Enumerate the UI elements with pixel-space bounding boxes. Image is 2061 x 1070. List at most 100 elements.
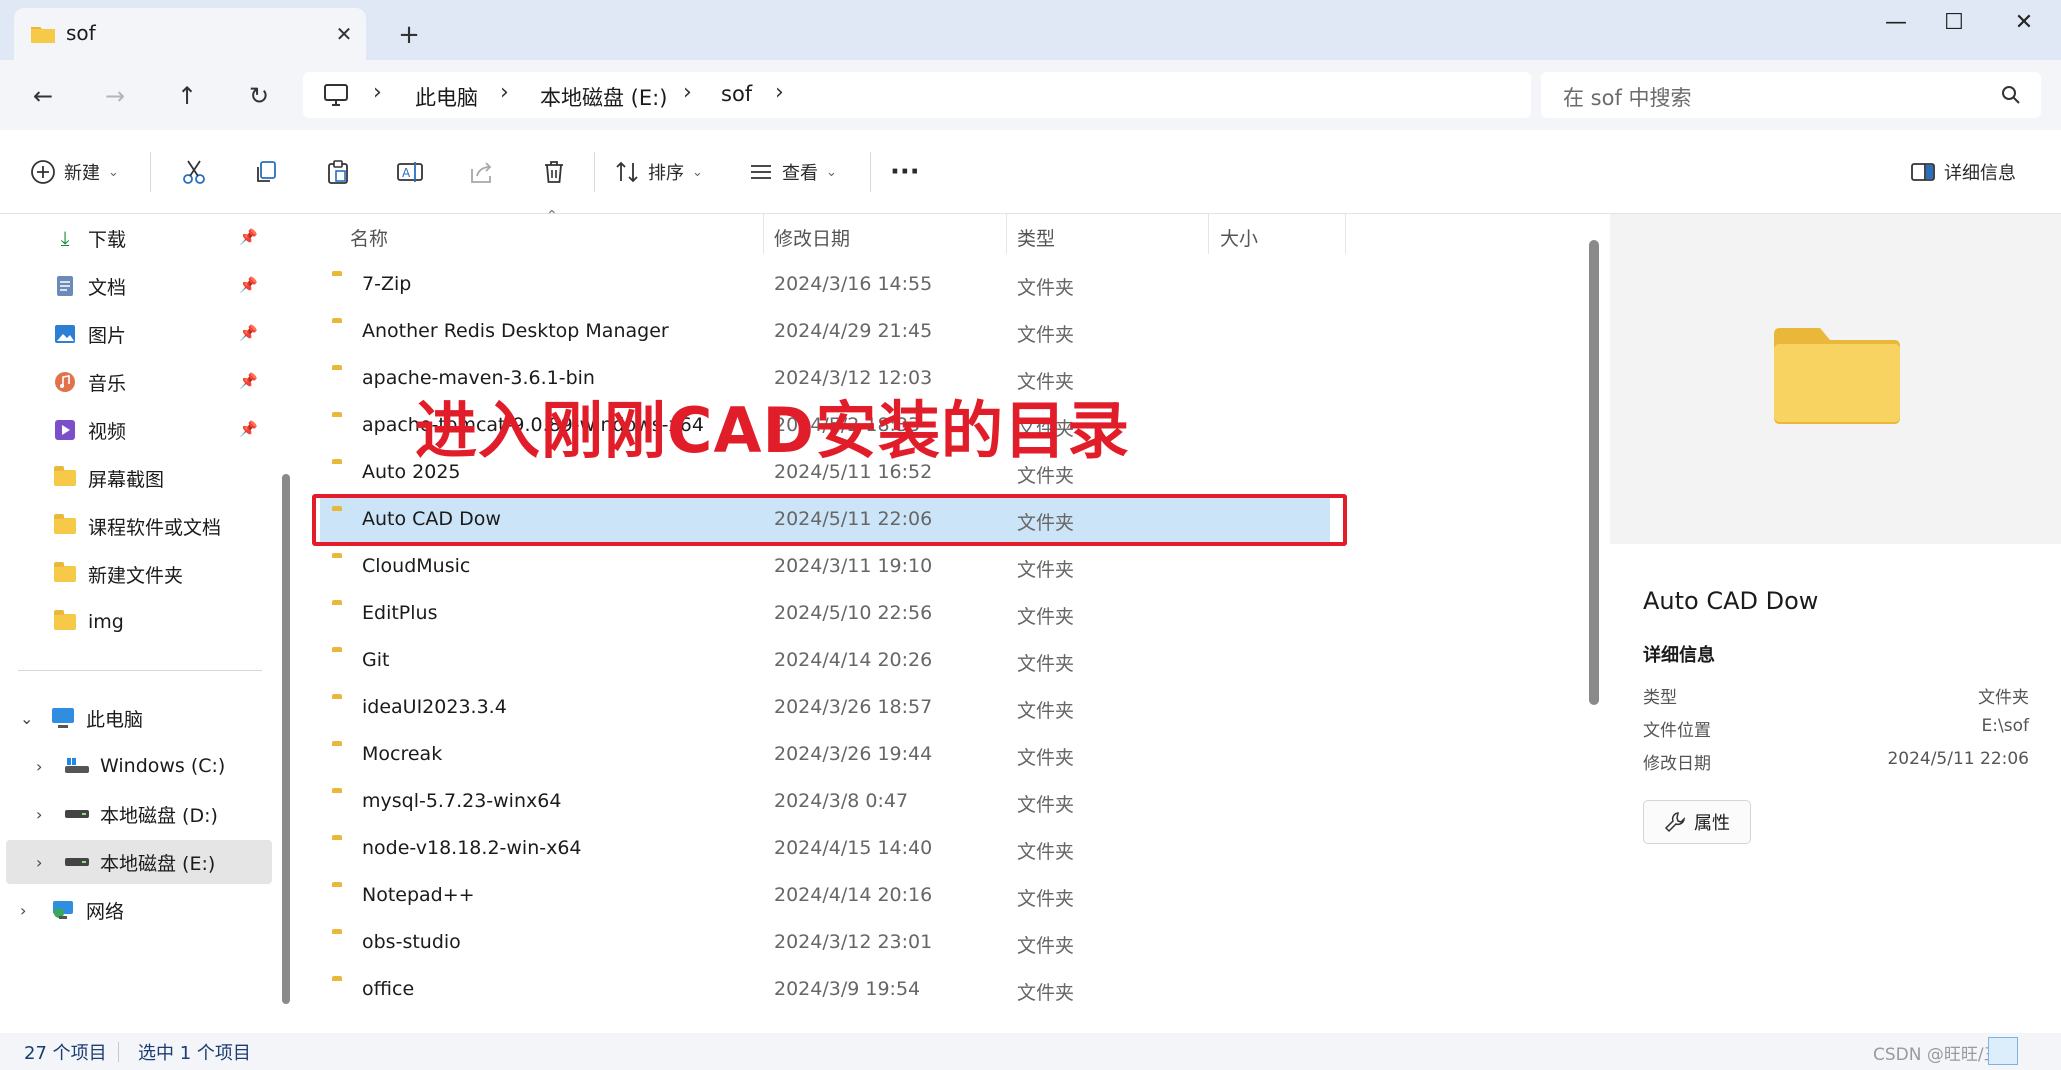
file-row[interactable]: office 2024/3/9 19:54 文件夹	[320, 966, 1330, 1013]
sidebar-item-label: 新建文件夹	[88, 564, 184, 587]
breadcrumb-this-pc[interactable]: 此电脑	[415, 82, 478, 112]
more-options-button[interactable]: ···	[890, 148, 920, 196]
svg-text:A: A	[402, 166, 411, 180]
sidebar-scrollbar[interactable]	[282, 474, 290, 1004]
details-view-icon[interactable]	[1988, 1037, 2018, 1065]
sidebar-item-videos[interactable]: 视频 📌	[6, 408, 272, 452]
paste-icon[interactable]	[318, 148, 358, 196]
tab-close-icon[interactable]: ✕	[330, 20, 358, 48]
wrench-icon	[1664, 812, 1685, 833]
sidebar-item-music[interactable]: 音乐 📌	[6, 360, 272, 404]
file-row[interactable]: CloudMusic 2024/3/11 19:10 文件夹	[320, 543, 1330, 590]
annotation-text: 进入刚刚CAD安装的目录	[415, 394, 1130, 467]
column-header-type[interactable]: 类型	[1017, 224, 1055, 251]
forward-arrow-icon[interactable]: →	[95, 76, 135, 116]
close-window-button[interactable]: ✕	[1990, 0, 2058, 44]
file-list-scrollbar[interactable]	[1589, 240, 1599, 705]
new-button[interactable]: 新建 ⌄	[30, 148, 119, 196]
breadcrumb-sof[interactable]: sof	[721, 82, 752, 106]
sidebar-item-pictures[interactable]: 图片 📌	[6, 312, 272, 356]
sidebar-item-network[interactable]: › 网络	[6, 888, 272, 932]
sidebar-item-drive-c[interactable]: › Windows (C:)	[6, 744, 272, 788]
file-type: 文件夹	[1017, 653, 1075, 675]
large-icons-view-icon[interactable]	[2024, 1037, 2054, 1065]
file-row[interactable]: Git 2024/4/14 20:26 文件夹	[320, 637, 1330, 684]
column-header-size[interactable]: 大小	[1220, 224, 1258, 251]
file-row[interactable]: obs-studio 2024/3/12 23:01 文件夹	[320, 919, 1330, 966]
details-type-value: 文件夹	[1978, 688, 2029, 708]
properties-button[interactable]: 属性	[1643, 800, 1751, 844]
back-arrow-icon[interactable]: ←	[23, 76, 63, 116]
sidebar-item-img[interactable]: img	[6, 600, 272, 644]
cut-icon[interactable]	[174, 148, 214, 196]
sort-button[interactable]: 排序 ⌄	[614, 148, 703, 196]
tab-sof[interactable]: sof ✕	[14, 8, 366, 60]
properties-label: 属性	[1694, 813, 1730, 834]
status-bar: 27 个项目 选中 1 个项目 CSDN @旺旺/三次	[0, 1033, 2061, 1070]
chevron-down-icon: ⌄	[826, 164, 837, 180]
file-row[interactable]: Notepad++ 2024/4/14 20:16 文件夹	[320, 872, 1330, 919]
column-header-name[interactable]: 名称	[350, 224, 388, 251]
file-type: 文件夹	[1017, 747, 1075, 769]
rename-icon[interactable]: A	[390, 148, 430, 196]
sidebar-item-drive-e[interactable]: › 本地磁盘 (E:)	[6, 840, 272, 884]
chevron-down-icon: ⌄	[692, 164, 703, 180]
sidebar-item-new-folder[interactable]: 新建文件夹	[6, 552, 272, 596]
sidebar-item-course-software[interactable]: 课程软件或文档	[6, 504, 272, 548]
share-icon[interactable]	[462, 148, 502, 196]
file-date: 2024/3/26 18:57	[774, 696, 933, 718]
selected-count: 选中 1 个项目	[138, 1043, 251, 1064]
details-modified-label: 修改日期	[1643, 754, 1711, 774]
sidebar-item-drive-d[interactable]: › 本地磁盘 (D:)	[6, 792, 272, 836]
file-date: 2024/3/16 14:55	[774, 273, 933, 295]
chevron-right-icon: ›	[683, 80, 692, 105]
file-row[interactable]: node-v18.18.2-win-x64 2024/4/15 14:40 文件夹	[320, 825, 1330, 872]
chevron-right-icon: ›	[20, 900, 27, 920]
annotation-highlight-box	[312, 494, 1347, 546]
sidebar-item-label: 文档	[88, 276, 127, 299]
sidebar-item-downloads[interactable]: ⤓ 下载 📌	[6, 216, 272, 260]
delete-icon[interactable]	[534, 148, 574, 196]
up-arrow-icon[interactable]: ↑	[167, 76, 207, 116]
sidebar-item-label: 屏幕截图	[88, 468, 165, 491]
sidebar-item-label: 本地磁盘 (E:)	[100, 852, 216, 875]
computer-icon	[50, 705, 76, 731]
file-list: ⌃ 名称 修改日期 类型 大小 7-Zip 2024/3/16 14:55 文件夹 A…	[300, 208, 1580, 1033]
file-row[interactable]: ideaUI2023.3.4 2024/3/26 18:57 文件夹	[320, 684, 1330, 731]
file-date: 2024/4/15 14:40	[774, 837, 933, 859]
file-row[interactable]: EditPlus 2024/5/10 22:56 文件夹	[320, 590, 1330, 637]
refresh-icon[interactable]: ↻	[239, 76, 279, 116]
file-date: 2024/4/14 20:26	[774, 649, 933, 671]
details-location-label: 文件位置	[1643, 721, 1711, 741]
address-bar[interactable]: › 此电脑 › 本地磁盘 (E:) › sof ›	[303, 72, 1531, 118]
details-pane-button[interactable]: 详细信息	[1910, 148, 2016, 196]
column-divider	[1208, 214, 1209, 254]
file-row[interactable]: mysql-5.7.23-winx64 2024/3/8 0:47 文件夹	[320, 778, 1330, 825]
sidebar-item-label: 课程软件或文档	[88, 516, 222, 539]
file-row[interactable]: Mocreak 2024/3/26 19:44 文件夹	[320, 731, 1330, 778]
file-name: obs-studio	[362, 931, 461, 953]
sidebar-item-label: 视频	[88, 420, 127, 443]
chevron-right-icon: ›	[36, 804, 43, 824]
maximize-button[interactable]: ☐	[1920, 0, 1988, 44]
title-bar: sof ✕ + — ☐ ✕	[0, 0, 2061, 60]
sidebar-item-screenshots[interactable]: 屏幕截图	[6, 456, 272, 500]
file-type: 文件夹	[1017, 277, 1075, 299]
new-tab-button[interactable]: +	[392, 18, 426, 52]
view-button[interactable]: 查看 ⌄	[748, 148, 837, 196]
copy-icon[interactable]	[246, 148, 286, 196]
column-header-modified[interactable]: 修改日期	[774, 224, 850, 251]
sidebar-item-documents[interactable]: 文档 📌	[6, 264, 272, 308]
sidebar-item-this-pc[interactable]: ⌄ 此电脑	[6, 696, 272, 740]
breadcrumb-drive-e[interactable]: 本地磁盘 (E:)	[540, 82, 667, 112]
tab-title: sof	[66, 21, 96, 45]
file-name: CloudMusic	[362, 555, 471, 577]
divider	[870, 152, 871, 192]
drive-icon	[64, 849, 90, 875]
search-box[interactable]: 在 sof 中搜索	[1541, 72, 2041, 118]
command-bar: 新建 ⌄ A 排序 ⌄ 查看 ⌄ ··· 详细信息	[0, 130, 2061, 214]
file-row[interactable]: Another Redis Desktop Manager 2024/4/29 2…	[320, 308, 1330, 355]
item-count: 27 个项目	[24, 1043, 107, 1064]
folder-icon	[52, 513, 78, 539]
file-row[interactable]: 7-Zip 2024/3/16 14:55 文件夹	[320, 261, 1330, 308]
